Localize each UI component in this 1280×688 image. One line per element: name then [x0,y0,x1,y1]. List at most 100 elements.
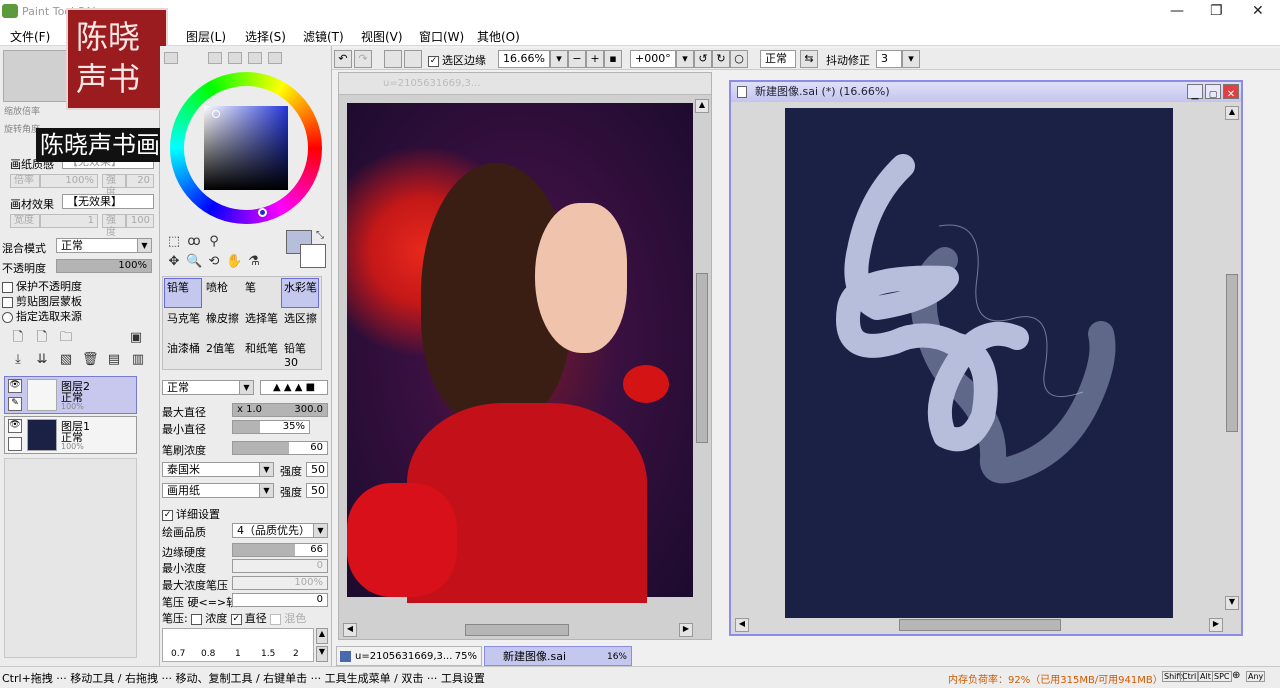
redo-icon[interactable]: ↷ [354,50,372,68]
menu-layer[interactable]: 图层(L) [186,28,226,45]
min-density-slider[interactable]: 0 [232,559,328,573]
density-slider[interactable]: 60 [232,441,328,455]
lasso-icon[interactable]: ꝏ [186,234,202,250]
rotate-right-icon[interactable]: ↻ [712,50,730,68]
clear-layer-icon[interactable]: ▧ [58,352,74,368]
zoom-reset-icon[interactable]: ▪ [604,50,622,68]
zoom-in-icon[interactable]: + [586,50,604,68]
stabilizer-field[interactable]: 3 [876,50,902,68]
rgb-slider-tab-icon[interactable] [208,52,222,64]
new-folder-icon[interactable]: 🗀 [58,330,74,346]
canvas-window-title-bar[interactable]: 新建图像.sai (*) (16.66%) ▁ ▢ ✕ [731,82,1241,102]
clip-group-option[interactable]: 剪贴图层蒙板 [2,293,82,309]
merge-down-icon[interactable]: ⇊ [34,352,50,368]
document-tab-canvas[interactable]: 新建图像.sai 16% [484,646,632,666]
hand-tool-icon[interactable]: ✋ [226,254,242,270]
hscroll-right-icon[interactable]: ▶ [679,623,693,637]
max-density-pressure-slider[interactable]: 100% [232,576,328,590]
pressure-blend-checkbox[interactable] [270,613,282,625]
brush-pen[interactable]: 笔 [242,278,280,308]
size-preset[interactable]: 0.8 [201,649,215,659]
protect-opacity-option[interactable]: 保护不透明度 [2,278,82,294]
brush-airbrush[interactable]: 喷枪 [203,278,241,308]
swap-colors-icon[interactable]: ⤡ [312,228,328,244]
canvas-vertical-scrollbar-thumb[interactable] [1226,274,1238,432]
rotate-left-icon[interactable]: ↺ [694,50,712,68]
material-strength-field[interactable]: 100 [126,214,154,228]
menu-other[interactable]: 其他(O) [477,28,520,45]
scratchpad-tab-icon[interactable] [268,52,282,64]
pen-icon[interactable]: ✎ [8,397,22,411]
brush-select-eraser[interactable]: 选区擦 [281,309,319,339]
opacity-slider[interactable]: 100% [56,259,152,273]
brush-pencil30[interactable]: 铅笔30 [281,339,319,369]
undo-icon[interactable]: ↶ [334,50,352,68]
vscroll-up-icon[interactable]: ▲ [695,99,709,113]
quality-select[interactable]: 4（品质优先） ▼ [232,523,328,538]
trash-icon[interactable]: 🗑 [82,352,99,368]
doc-maximize-button[interactable]: ▢ [1205,84,1221,100]
brush-bucket[interactable]: 油漆桶 [164,339,202,369]
shape1-strength-field[interactable]: 50 [306,462,328,477]
stabilizer-dropdown-icon[interactable]: ▾ [902,50,920,68]
rotation-dropdown-icon[interactable]: ▾ [676,50,694,68]
flip-icon[interactable]: ⇆ [800,50,818,68]
pressure-density-checkbox[interactable] [191,613,203,625]
blend-mode-field[interactable]: 正常 [760,50,796,68]
brush-eraser[interactable]: 橡皮擦 [203,309,241,339]
maximize-button[interactable]: ❐ [1210,3,1223,19]
brush-marker[interactable]: 马克笔 [164,309,202,339]
lock-box-icon[interactable] [8,437,22,451]
selection-edge-toggle[interactable]: ✓ 选区边缘 [428,52,486,68]
canvas-horizontal-scrollbar-thumb[interactable] [899,619,1061,631]
selection-source-option[interactable]: 指定选取来源 [2,308,82,324]
hsv-slider-tab-icon[interactable] [228,52,242,64]
canvas-hscroll-left-icon[interactable]: ◀ [735,618,749,632]
new-linework-layer-icon[interactable]: 🗋 [34,330,50,346]
min-size-slider[interactable]: 35% [232,420,310,434]
zoom-dropdown-icon[interactable]: ▾ [550,50,568,68]
brush-shape-icons[interactable]: ▲ ▲ ▲ ■ [260,380,328,395]
eyedropper-icon[interactable]: ⚗ [246,254,262,270]
size-preset[interactable]: 2 [293,649,299,659]
size-preset[interactable]: 0.7 [171,649,185,659]
canvas-hscroll-right-icon[interactable]: ▶ [1209,618,1223,632]
brush-select-pen[interactable]: 选择笔 [242,309,280,339]
material-effect-select[interactable]: 【无效果】 [62,194,154,209]
menu-filter[interactable]: 滤镜(T) [303,28,344,45]
eye-icon[interactable]: 👁 [8,379,22,393]
pressure-slider[interactable]: 0 [232,593,328,607]
rect-select-icon[interactable]: ⬚ [166,234,182,250]
menu-select[interactable]: 选择(S) [245,28,286,45]
rotation-field[interactable]: +000° [630,50,676,68]
horizontal-scrollbar-thumb[interactable] [465,624,569,636]
eye-icon[interactable]: 👁 [8,419,22,433]
transfer-down-icon[interactable]: ⤓ [10,352,26,368]
close-button[interactable]: ✕ [1252,3,1264,19]
hscroll-left-icon[interactable]: ◀ [343,623,357,637]
pressure-size-checkbox[interactable]: ✓ [230,613,242,625]
magic-wand-icon[interactable]: ⚲ [206,234,222,250]
advanced-settings-toggle[interactable]: ✓ 详细设置 [162,506,220,522]
layer-properties-icon[interactable]: ▤ [106,352,122,368]
move-icon[interactable]: ✥ [166,254,182,270]
paper-scale-field[interactable]: 100% [40,174,98,188]
zoom-field[interactable]: 16.66% [498,50,550,68]
layer-mask-icon[interactable]: ▣ [128,330,144,346]
zoom-out-icon[interactable]: − [568,50,586,68]
brush-mode-select[interactable]: 正常 ▼ [162,380,254,395]
rotate-tool-icon[interactable]: ⟲ [206,254,222,270]
menu-window[interactable]: 窗口(W) [419,28,464,45]
blend-mode-select[interactable]: 正常 ▼ [56,238,152,253]
layer-item[interactable]: 👁 图层1 正常 100% [4,416,137,454]
max-size-slider[interactable]: x 1.0 300.0 [232,403,328,417]
scroll-up-icon[interactable]: ▲ [316,628,328,644]
doc-minimize-button[interactable]: ▁ [1187,84,1203,100]
rotate-reset-icon[interactable]: ○ [730,50,748,68]
palette-tab-icon[interactable] [248,52,262,64]
menu-file[interactable]: 文件(F) [10,28,50,45]
panel-tab-icon[interactable] [164,52,178,64]
drawing-canvas[interactable] [785,108,1173,618]
scroll-down-icon[interactable]: ▼ [316,646,328,662]
canvas-vscroll-down-icon[interactable]: ▼ [1225,596,1239,610]
